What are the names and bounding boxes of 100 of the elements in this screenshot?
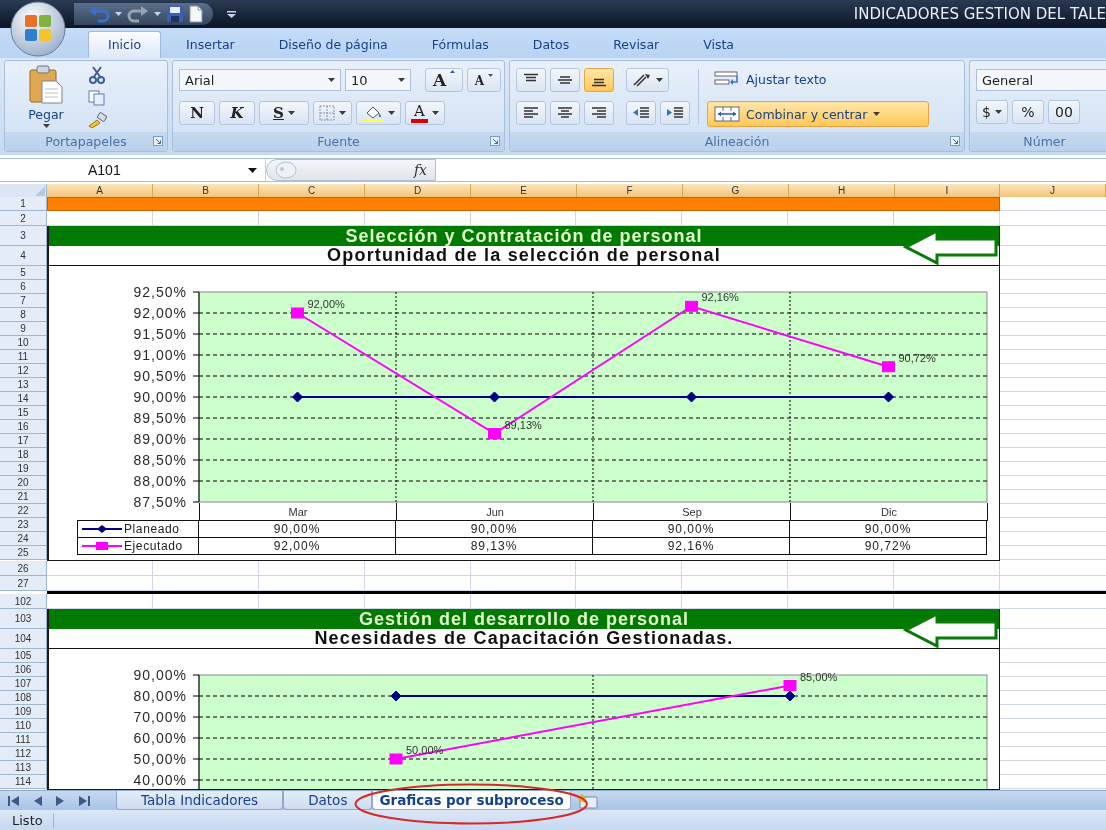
scissors-icon[interactable] bbox=[89, 65, 105, 84]
column-header[interactable]: F bbox=[577, 184, 683, 197]
row-header[interactable]: 12 bbox=[0, 364, 47, 378]
alignment-button[interactable] bbox=[584, 68, 614, 92]
wrap-text-button[interactable]: Ajustar texto bbox=[707, 66, 929, 92]
font-name-field[interactable]: Arial bbox=[179, 69, 341, 91]
save-icon[interactable] bbox=[166, 5, 184, 23]
first-sheet-icon[interactable] bbox=[8, 795, 20, 806]
select-all-button[interactable] bbox=[0, 184, 47, 197]
alignment-button[interactable] bbox=[516, 101, 546, 125]
alignment-button[interactable] bbox=[550, 101, 580, 125]
row-header[interactable]: 27 bbox=[0, 576, 47, 591]
row-header[interactable]: 9 bbox=[0, 322, 47, 336]
row-header[interactable]: 103 bbox=[0, 609, 47, 629]
column-header[interactable]: G bbox=[683, 184, 789, 197]
caret-icon[interactable] bbox=[248, 167, 257, 173]
alignment-button[interactable] bbox=[516, 68, 546, 92]
row-header[interactable]: 11 bbox=[0, 350, 47, 364]
ribbon-tab[interactable]: Insertar bbox=[167, 32, 254, 58]
row-header[interactable]: 10 bbox=[0, 336, 47, 350]
row-header[interactable]: 24 bbox=[0, 532, 47, 546]
decrease-font-button[interactable]: A bbox=[467, 68, 501, 92]
row-header[interactable]: 6 bbox=[0, 280, 47, 294]
row-header[interactable]: 114 bbox=[0, 775, 47, 789]
empty-cell[interactable] bbox=[576, 561, 683, 576]
sheet-tab[interactable]: Graficas por subproceso bbox=[372, 791, 571, 810]
empty-cell[interactable] bbox=[682, 561, 789, 576]
undo-icon[interactable] bbox=[88, 5, 110, 23]
font-color-button[interactable]: A bbox=[405, 101, 445, 125]
row-header[interactable]: 25 bbox=[0, 546, 47, 560]
row-header[interactable]: 109 bbox=[0, 705, 47, 719]
empty-cell[interactable] bbox=[788, 561, 895, 576]
row-header[interactable]: 20 bbox=[0, 476, 47, 490]
thousands-button[interactable]: 00 bbox=[1048, 100, 1080, 124]
increase-font-button[interactable]: A bbox=[425, 68, 463, 92]
currency-button[interactable]: $ bbox=[976, 100, 1008, 124]
row-header[interactable]: 102 bbox=[0, 594, 47, 609]
row-header[interactable]: 26 bbox=[0, 561, 47, 576]
bold-button[interactable]: N bbox=[179, 101, 215, 125]
column-header[interactable]: H bbox=[789, 184, 895, 197]
last-sheet-icon[interactable] bbox=[78, 795, 90, 806]
customize-caret-icon[interactable] bbox=[227, 10, 236, 18]
ribbon-tab[interactable]: Vista bbox=[684, 32, 753, 58]
row-header[interactable]: 105 bbox=[0, 649, 47, 663]
column-header[interactable]: C bbox=[259, 184, 365, 197]
column-header[interactable]: I bbox=[895, 184, 1000, 197]
sheet-tab[interactable]: Tabla Indicadores bbox=[116, 791, 284, 810]
row-header[interactable]: 21 bbox=[0, 490, 47, 504]
dialog-launcher-icon[interactable] bbox=[153, 136, 163, 146]
caret-icon[interactable] bbox=[328, 78, 335, 82]
row-header[interactable]: 4 bbox=[0, 246, 47, 266]
sheet-tab[interactable]: Datos bbox=[283, 791, 373, 810]
row-header[interactable]: 112 bbox=[0, 747, 47, 761]
column-header[interactable]: A bbox=[47, 184, 153, 197]
brush-icon[interactable] bbox=[87, 111, 107, 128]
underline-button[interactable]: S bbox=[259, 101, 309, 125]
new-sheet-icon[interactable] bbox=[576, 793, 599, 809]
column-header[interactable]: D bbox=[365, 184, 471, 197]
row-header[interactable]: 16 bbox=[0, 420, 47, 434]
row-header[interactable]: 23 bbox=[0, 518, 47, 532]
orientation-button[interactable] bbox=[626, 68, 669, 92]
row-header[interactable]: 108 bbox=[0, 691, 47, 705]
ribbon-tab[interactable]: Inicio bbox=[88, 31, 162, 58]
document-icon[interactable] bbox=[189, 5, 203, 23]
row-header[interactable]: 110 bbox=[0, 719, 47, 733]
left-arrow-icon[interactable] bbox=[903, 228, 999, 266]
row-header[interactable]: 13 bbox=[0, 378, 47, 392]
paste-button[interactable]: Pegar bbox=[11, 65, 81, 128]
merge-center-button[interactable]: Combinar y centrar bbox=[707, 101, 929, 127]
empty-cell[interactable] bbox=[152, 561, 259, 576]
dialog-launcher-icon[interactable] bbox=[490, 136, 500, 146]
percent-button[interactable]: % bbox=[1012, 100, 1044, 124]
row-header[interactable]: 7 bbox=[0, 294, 47, 308]
column-header[interactable]: J bbox=[1000, 184, 1106, 197]
row-header[interactable]: 17 bbox=[0, 434, 47, 448]
row-header[interactable]: 1 bbox=[0, 197, 47, 211]
empty-cell[interactable] bbox=[364, 561, 471, 576]
copy-icon[interactable] bbox=[88, 89, 106, 106]
italic-button[interactable]: K bbox=[219, 101, 255, 125]
increase-indent-button[interactable] bbox=[660, 101, 690, 125]
next-sheet-icon[interactable] bbox=[56, 795, 64, 806]
empty-cell[interactable] bbox=[258, 561, 365, 576]
ribbon-tab[interactable]: Datos bbox=[513, 32, 589, 58]
ribbon-tab[interactable]: Fórmulas bbox=[412, 32, 508, 58]
row-header[interactable]: 106 bbox=[0, 663, 47, 677]
number-format-field[interactable]: General bbox=[976, 69, 1106, 91]
row-header[interactable]: 18 bbox=[0, 448, 47, 462]
row-header[interactable]: 14 bbox=[0, 392, 47, 406]
caret-icon[interactable] bbox=[398, 78, 405, 82]
row-header[interactable]: 8 bbox=[0, 308, 47, 322]
row-header[interactable]: 19 bbox=[0, 462, 47, 476]
column-header[interactable]: B bbox=[153, 184, 259, 197]
ribbon-tab[interactable]: Revisar bbox=[594, 32, 679, 58]
column-header[interactable]: E bbox=[471, 184, 577, 197]
row-header[interactable]: 5 bbox=[0, 266, 47, 280]
empty-cell[interactable] bbox=[470, 561, 577, 576]
decrease-indent-button[interactable] bbox=[626, 101, 656, 125]
left-arrow-icon[interactable] bbox=[903, 611, 999, 649]
ribbon-tab[interactable]: Diseño de página bbox=[259, 32, 407, 58]
row-header[interactable]: 15 bbox=[0, 406, 47, 420]
